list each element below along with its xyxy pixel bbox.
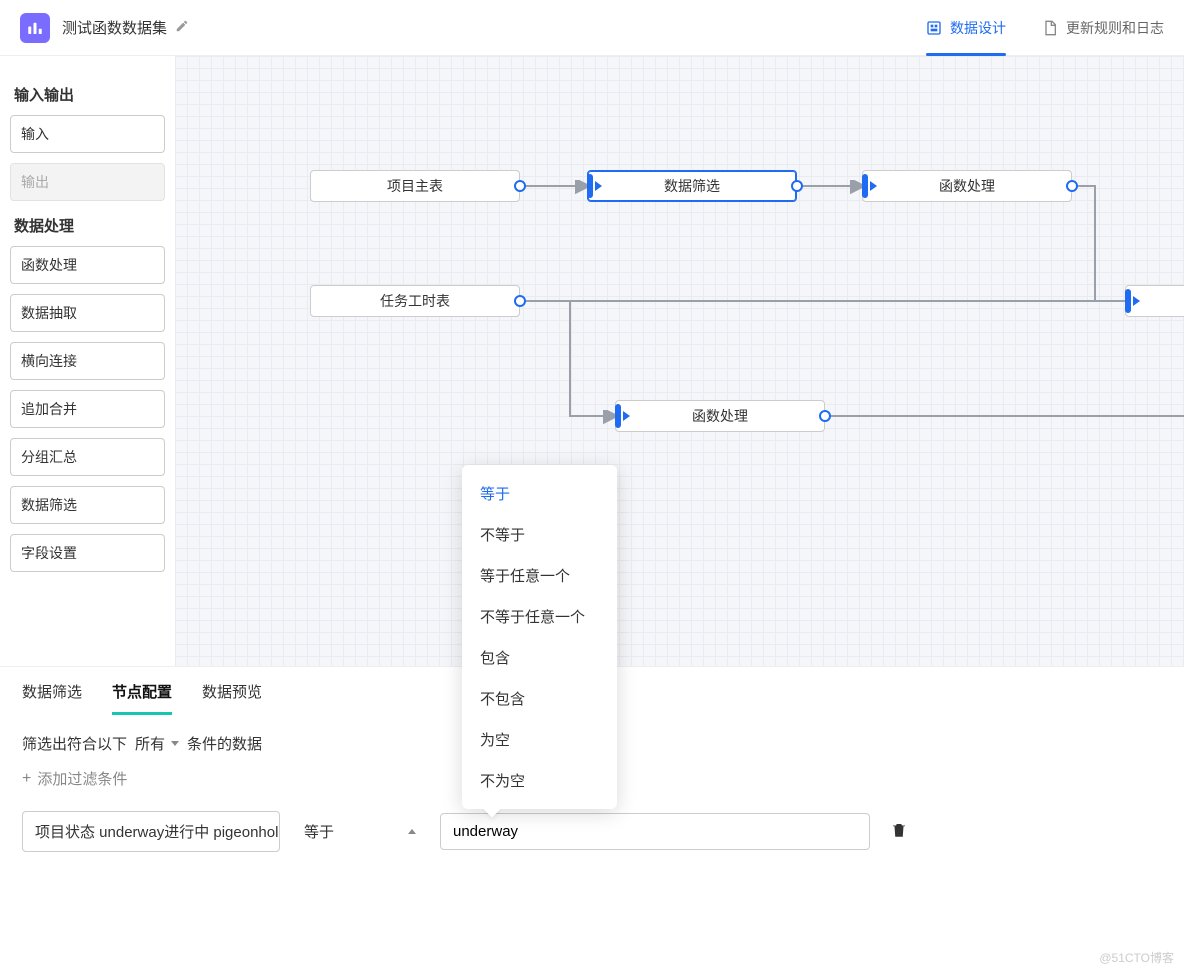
filter-field-chip[interactable]: 项目状态 underway进行中 pigeonhol [22,811,280,852]
tab-label: 数据设计 [950,18,1006,38]
header-tabs: 数据设计 更新规则和日志 [926,0,1164,56]
dropdown-item[interactable]: 不为空 [462,760,617,801]
node-label: 数据筛选 [664,176,720,196]
trash-icon [890,821,908,839]
flow-node-func-2[interactable]: 函数处理 [615,400,825,432]
scope-value: 所有 [135,733,165,754]
plus-icon: + [22,771,31,787]
sidebar: 输入输出 输入 输出 数据处理 函数处理 数据抽取 横向连接 追加合并 分组汇总… [0,56,175,666]
dropdown-item[interactable]: 不等于任意一个 [462,596,617,637]
add-filter-label: 添加过滤条件 [37,768,127,789]
sidebar-item-append[interactable]: 追加合并 [10,390,165,428]
chevron-up-icon [408,829,416,834]
dropdown-item[interactable]: 等于 [462,473,617,514]
tab-rules-logs[interactable]: 更新规则和日志 [1042,0,1164,56]
dropdown-item[interactable]: 不等于 [462,514,617,555]
panel-tab-node-config[interactable]: 节点配置 [112,681,172,715]
design-icon [926,20,942,36]
flow-node-func-1[interactable]: 函数处理 [862,170,1072,202]
flow-canvas[interactable]: 项目主表 数据筛选 函数处理 任务工时表 函数处理 [175,56,1184,666]
dropdown-item[interactable]: 包含 [462,637,617,678]
panel-tab-preview[interactable]: 数据预览 [202,681,262,715]
flow-node-task-hours[interactable]: 任务工时表 [310,285,520,317]
sidebar-heading-processing: 数据处理 [14,215,161,236]
sidebar-item-filter[interactable]: 数据筛选 [10,486,165,524]
flow-node-partial[interactable] [1125,285,1184,317]
scope-select[interactable]: 所有 [135,733,179,754]
operator-value: 等于 [304,821,334,842]
edit-icon[interactable] [175,19,189,36]
sidebar-item-fieldset[interactable]: 字段设置 [10,534,165,572]
delete-filter-button[interactable] [890,821,908,842]
tab-label: 更新规则和日志 [1066,18,1164,38]
node-label: 函数处理 [692,406,748,426]
sidebar-item-output: 输出 [10,163,165,201]
filter-text-suffix: 条件的数据 [187,733,262,754]
operator-select[interactable]: 等于 [300,815,420,848]
node-label: 项目主表 [387,176,443,196]
node-label: 函数处理 [939,176,995,196]
dropdown-item[interactable]: 等于任意一个 [462,555,617,596]
operator-dropdown: 等于 不等于 等于任意一个 不等于任意一个 包含 不包含 为空 不为空 [462,465,617,809]
sidebar-item-input[interactable]: 输入 [10,115,165,153]
app-logo [20,13,50,43]
app-header: 测试函数数据集 数据设计 更新规则和日志 [0,0,1184,56]
dropdown-item[interactable]: 不包含 [462,678,617,719]
tab-data-design[interactable]: 数据设计 [926,0,1006,56]
filter-text-prefix: 筛选出符合以下 [22,733,127,754]
filter-value-input[interactable] [440,813,870,850]
node-label: 任务工时表 [380,291,450,311]
bar-chart-icon [26,19,44,37]
page-title: 测试函数数据集 [62,17,167,38]
flow-node-project-main[interactable]: 项目主表 [310,170,520,202]
chevron-down-icon [171,741,179,746]
sidebar-heading-io: 输入输出 [14,84,161,105]
dropdown-item[interactable]: 为空 [462,719,617,760]
sidebar-item-extract[interactable]: 数据抽取 [10,294,165,332]
watermark: @51CTO博客 [1099,949,1174,966]
sidebar-item-func[interactable]: 函数处理 [10,246,165,284]
panel-tab-filter[interactable]: 数据筛选 [22,681,82,715]
sidebar-item-hjoin[interactable]: 横向连接 [10,342,165,380]
sidebar-item-group[interactable]: 分组汇总 [10,438,165,476]
flow-node-data-filter[interactable]: 数据筛选 [587,170,797,202]
document-icon [1042,20,1058,36]
